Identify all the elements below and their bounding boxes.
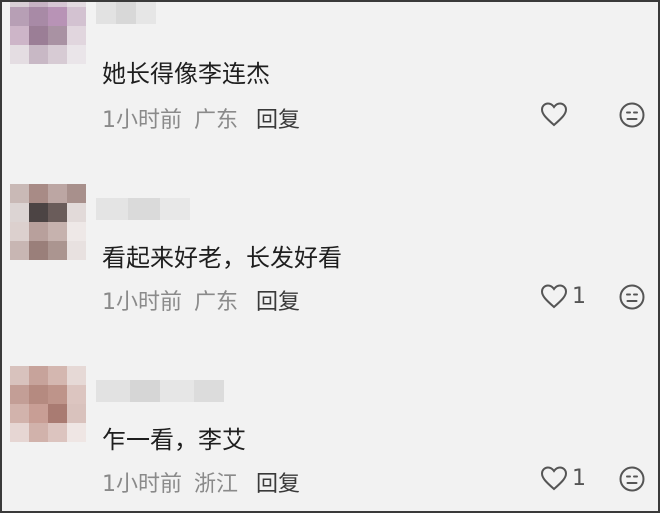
username-blurred[interactable] (96, 198, 190, 220)
emoji-face-icon (619, 466, 645, 492)
comment-location: 广东 (194, 290, 239, 315)
comment-time: 1小时前 (102, 108, 182, 133)
username-blurred[interactable] (96, 2, 156, 24)
like-button[interactable]: 1 (540, 282, 586, 310)
heart-outline-icon (540, 466, 568, 491)
reply-button[interactable]: 回复 (256, 472, 300, 497)
comment-time: 1小时前 (102, 472, 182, 497)
reply-button[interactable]: 回复 (256, 290, 300, 315)
avatar[interactable] (10, 184, 86, 260)
heart-outline-icon (540, 284, 568, 309)
like-button[interactable] (540, 100, 572, 128)
like-button[interactable]: 1 (540, 464, 586, 492)
comment-time: 1小时前 (102, 290, 182, 315)
comment-meta: 1小时前 浙江 回复 (102, 466, 300, 498)
comment-list: 她长得像李连杰 1小时前 广东 回复 看起来好老，长发好看 1小时前 广东 回复… (0, 0, 660, 513)
avatar[interactable] (10, 2, 86, 64)
comment-text: 看起来好老，长发好看 (102, 244, 342, 272)
comment-text: 她长得像李连杰 (102, 60, 270, 88)
emoji-button[interactable] (619, 284, 645, 310)
comment-location: 浙江 (194, 472, 239, 497)
comment-meta: 1小时前 广东 回复 (102, 284, 300, 316)
emoji-button[interactable] (619, 466, 645, 492)
comment-meta: 1小时前 广东 回复 (102, 102, 300, 134)
like-count: 1 (572, 465, 586, 491)
emoji-button[interactable] (619, 102, 645, 128)
heart-outline-icon (540, 102, 568, 127)
like-count: 1 (572, 283, 586, 309)
reply-button[interactable]: 回复 (256, 108, 300, 133)
emoji-face-icon (619, 102, 645, 128)
comment-location: 广东 (194, 108, 239, 133)
comment-text: 乍一看，李艾 (102, 426, 246, 454)
avatar[interactable] (10, 366, 86, 442)
emoji-face-icon (619, 284, 645, 310)
username-blurred[interactable] (96, 380, 224, 402)
